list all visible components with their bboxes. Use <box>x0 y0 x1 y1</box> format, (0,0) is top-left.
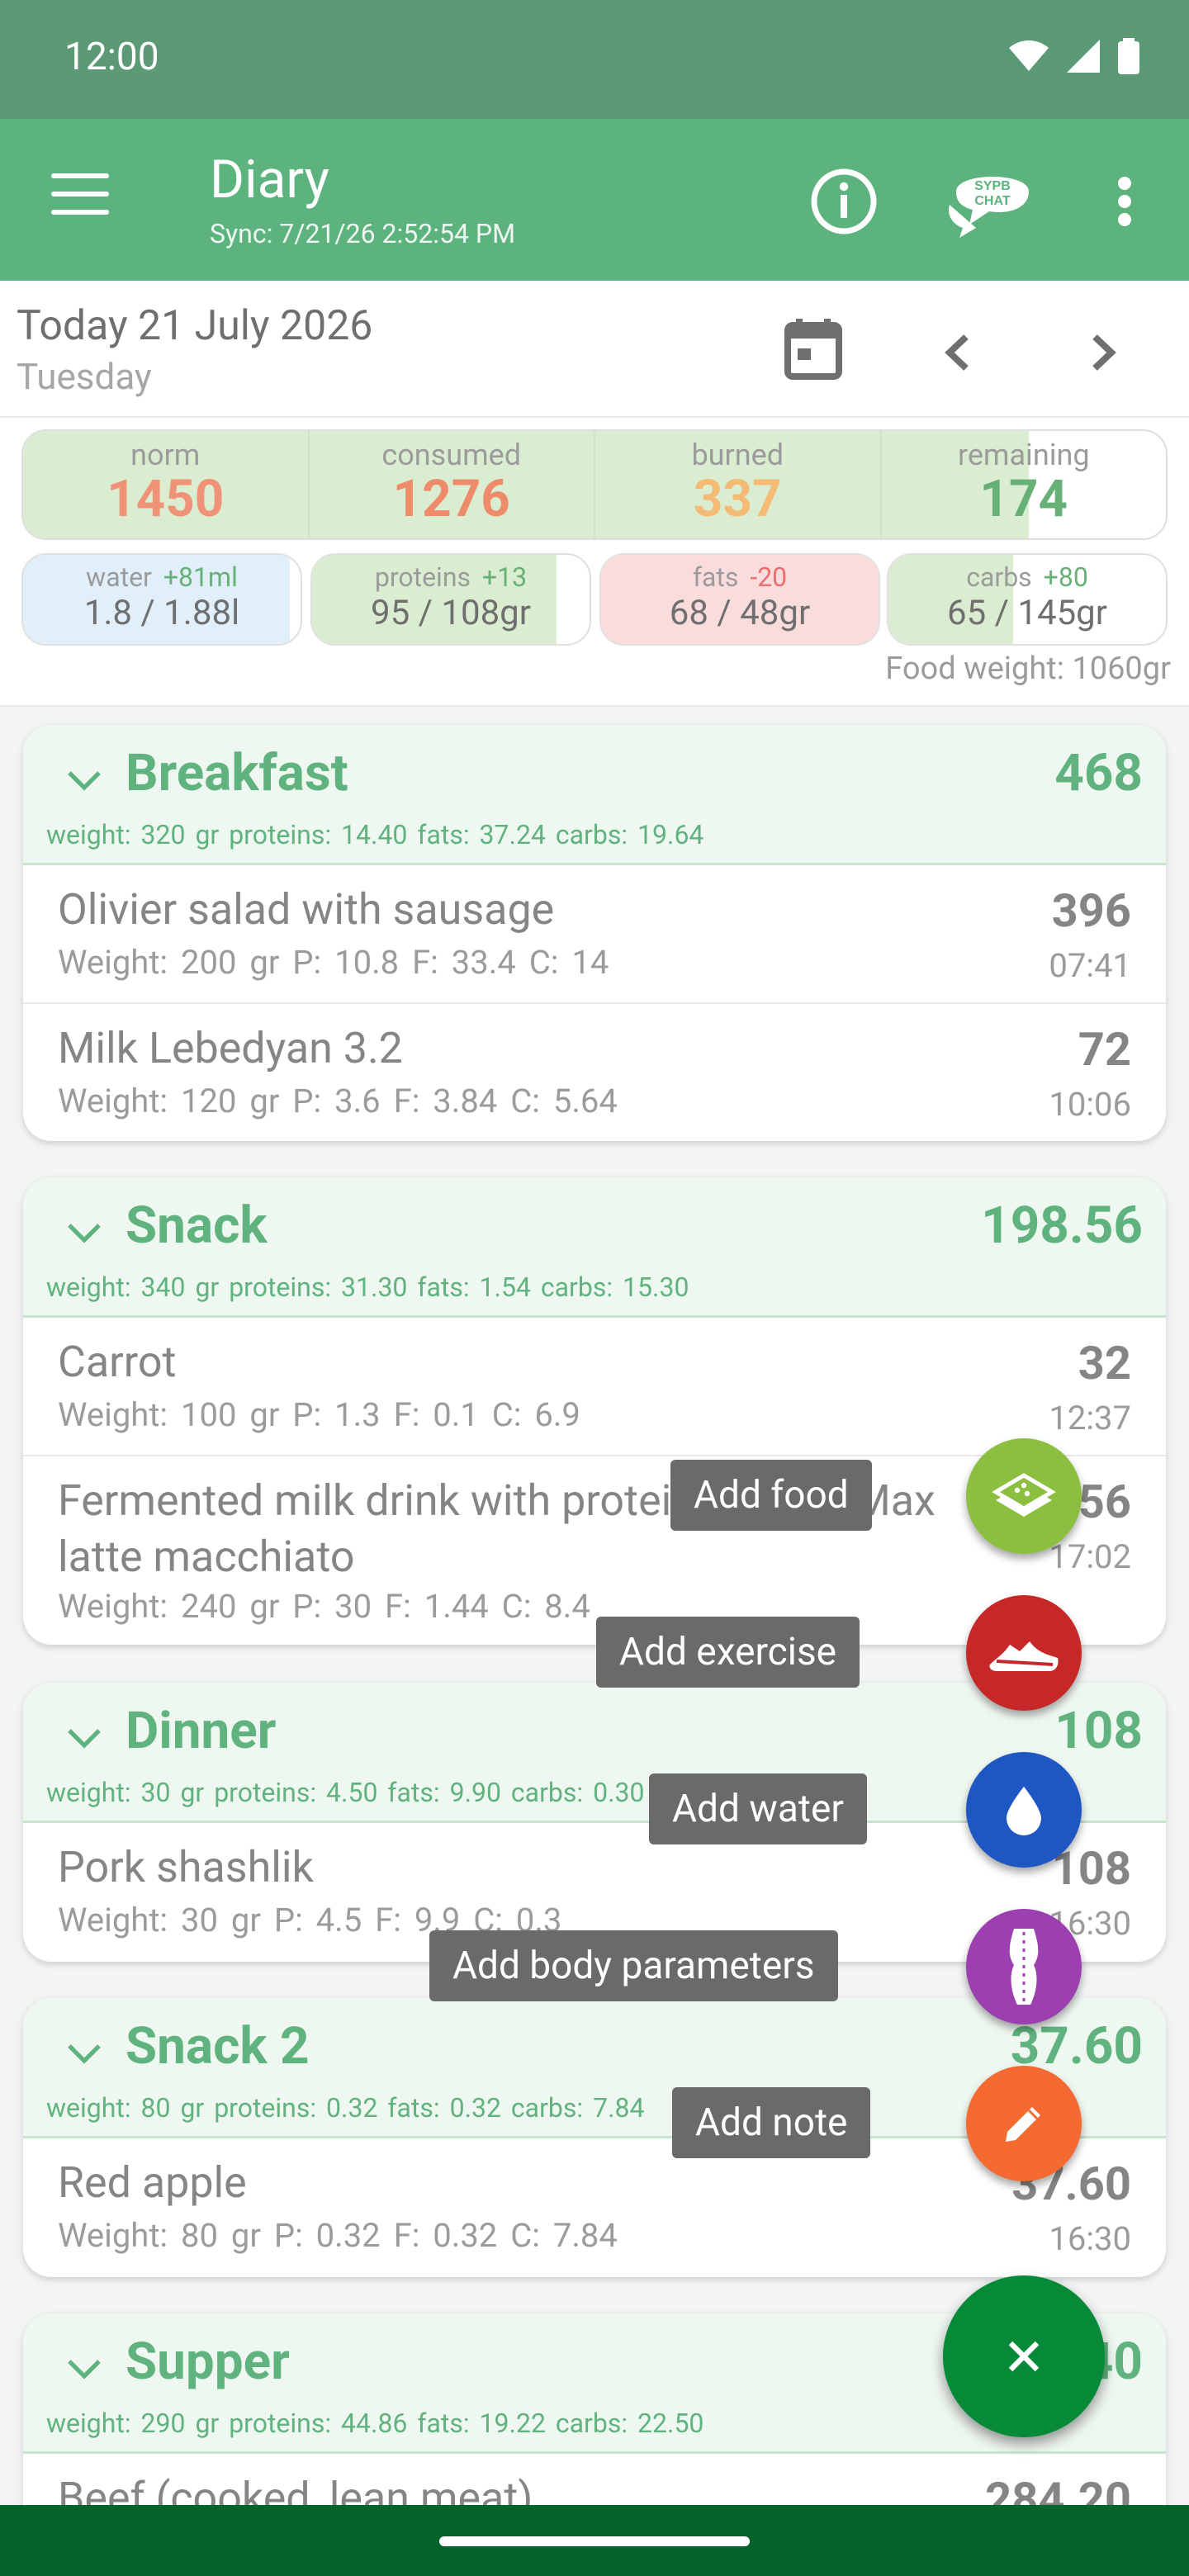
body-icon <box>1009 1929 1039 2005</box>
sneaker-icon <box>989 1641 1059 1671</box>
add-water-label[interactable]: Add water <box>649 1773 867 1844</box>
pencil-icon <box>1006 2107 1040 2142</box>
add-water-button[interactable] <box>966 1752 1082 1868</box>
home-handle[interactable] <box>439 2536 750 2546</box>
water-drop-icon <box>1007 1787 1041 1835</box>
add-body-parameters-label[interactable]: Add body parameters <box>429 1930 838 2001</box>
add-exercise-label[interactable]: Add exercise <box>596 1617 860 1688</box>
navigation-bar <box>0 2505 1189 2576</box>
food-icon <box>992 1473 1056 1517</box>
add-note-button[interactable] <box>966 2066 1082 2181</box>
add-exercise-button[interactable] <box>966 1595 1082 1711</box>
add-note-label[interactable]: Add note <box>672 2087 871 2158</box>
add-food-label[interactable]: Add food <box>670 1460 872 1531</box>
close-fab-button[interactable] <box>943 2275 1105 2437</box>
close-icon <box>1008 2341 1040 2372</box>
add-food-button[interactable] <box>966 1438 1082 1554</box>
add-body-parameters-button[interactable] <box>966 1909 1082 2024</box>
